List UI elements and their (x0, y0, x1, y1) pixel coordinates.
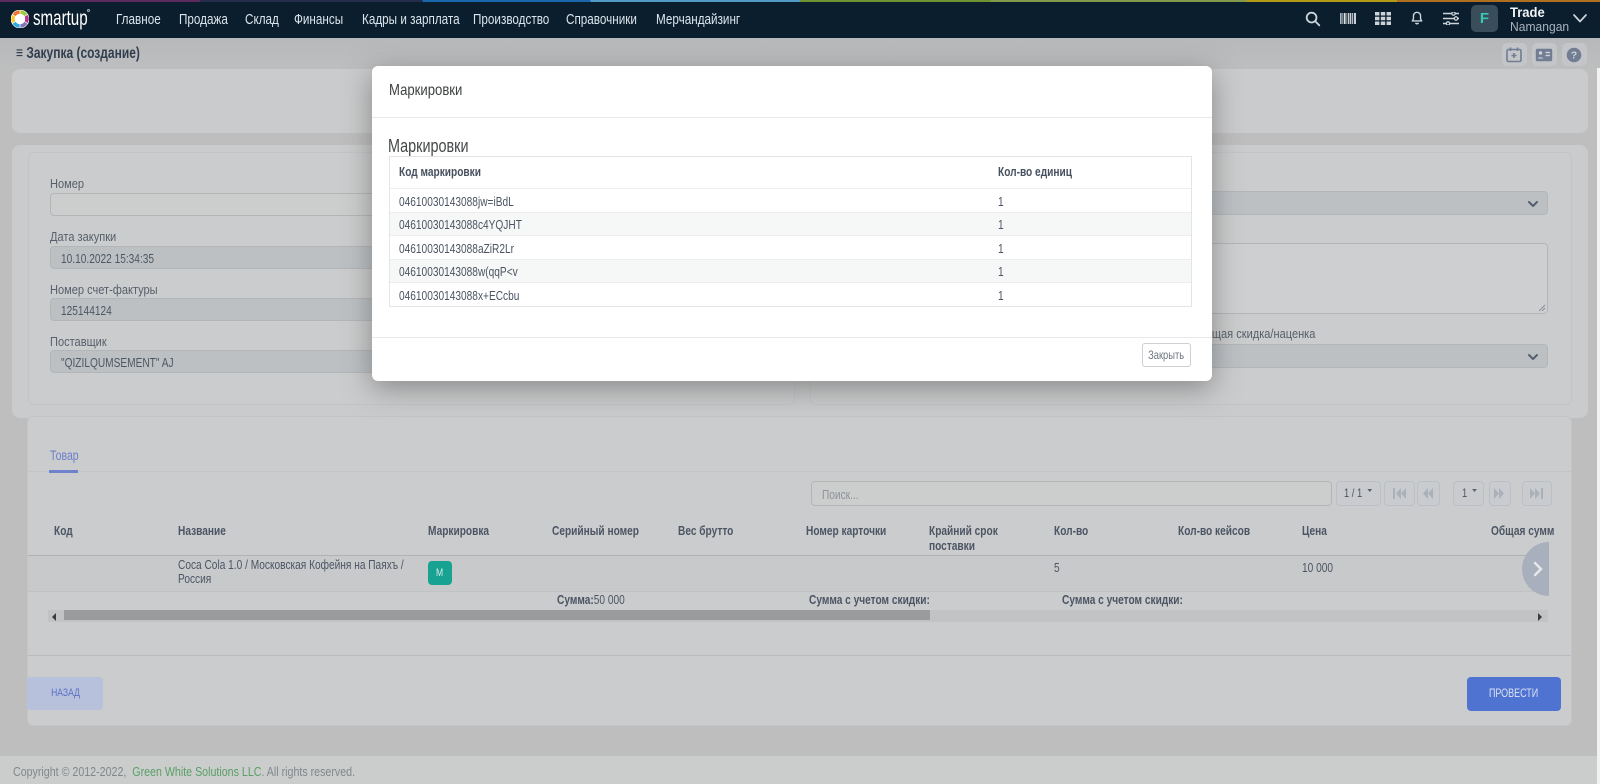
svg-text:?: ? (1571, 50, 1577, 62)
